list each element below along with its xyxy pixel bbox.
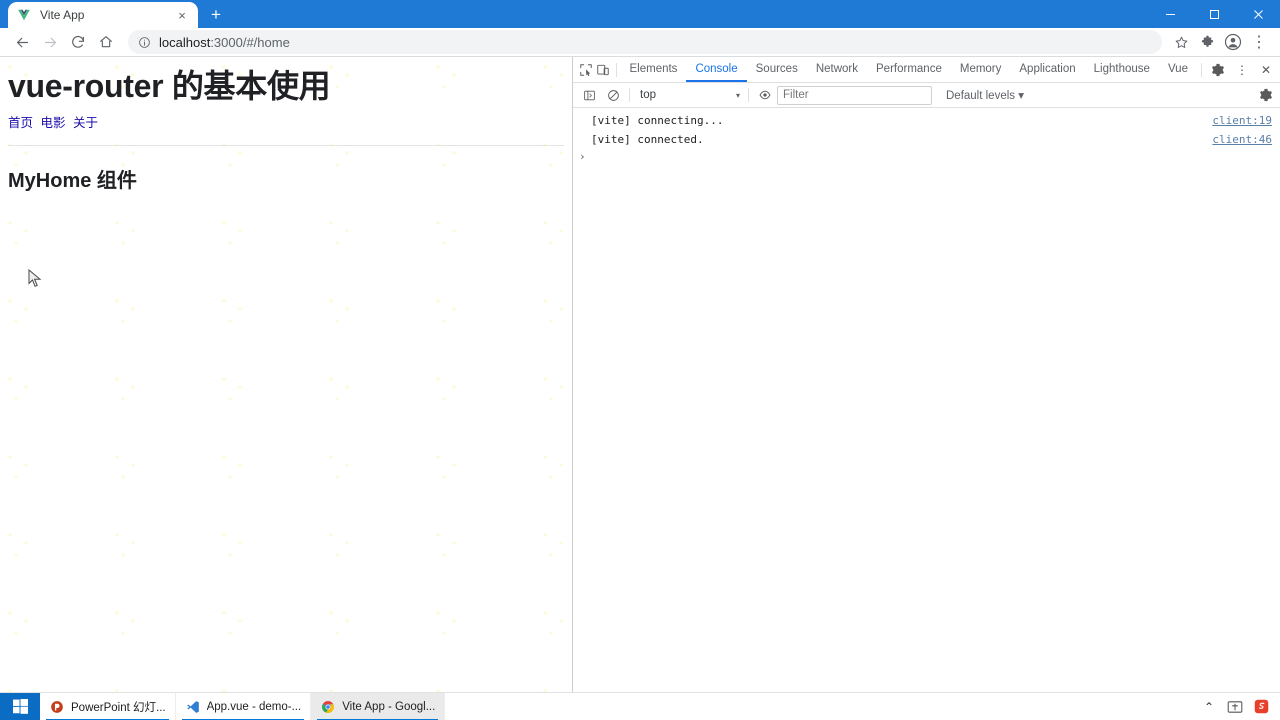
taskbar-item-powerpoint[interactable]: PowerPoint 幻灯... [40,692,176,720]
devtools-tabbar-actions: ⋮ ✕ [1197,58,1280,82]
tab-network[interactable]: Network [807,57,867,82]
back-icon[interactable] [8,28,36,56]
home-icon[interactable] [92,28,120,56]
devtools-close-icon[interactable]: ✕ [1254,58,1278,82]
clear-console-icon[interactable] [601,83,625,107]
component-title: MyHome 组件 [8,170,137,193]
tab-application[interactable]: Application [1010,57,1084,82]
chrome-icon [320,699,336,715]
toolbar-separator-right [1201,62,1202,77]
url-host: localhost [159,34,211,50]
minimize-icon[interactable] [1148,0,1192,28]
forward-icon[interactable] [36,28,64,56]
sogou-icon[interactable] [1248,693,1274,720]
gear-icon[interactable] [1206,58,1230,82]
address-bar[interactable]: localhost:3000/#/home [128,30,1162,54]
console-log-row: [vite] connected. client:46 [573,130,1280,149]
chevron-down-icon: ▾ [735,90,740,100]
system-tray: ⌃ [1196,693,1280,720]
close-icon[interactable]: × [174,7,190,23]
tab-performance[interactable]: Performance [867,57,951,82]
extensions-puzzle-icon[interactable] [1194,29,1220,55]
browser-window: Vite App × + localhost:3000/#/home ⋮ vu… [0,0,1280,692]
console-prompt-caret: › [579,150,586,163]
browser-toolbar: localhost:3000/#/home ⋮ [0,28,1280,57]
taskbar-item-label: Vite App - Googl... [342,700,436,713]
nav-link-about[interactable]: 关于 [73,116,98,130]
windows-taskbar: PowerPoint 幻灯... App.vue - demo-... Vite… [0,692,1280,720]
browser-content: vue-router 的基本使用 首页 电影 关于 MyHome 组件 Elem… [0,57,1280,692]
device-toolbar-icon[interactable] [594,58,611,82]
console-settings-area [1254,83,1280,107]
vue-logo-icon [16,7,32,23]
tab-vue[interactable]: Vue [1159,57,1197,82]
console-sidebar-icon[interactable] [577,83,601,107]
tab-sources[interactable]: Sources [747,57,807,82]
nav-link-home[interactable]: 首页 [8,116,33,130]
console-log-source[interactable]: client:19 [1212,112,1272,129]
taskbar-item-label: PowerPoint 幻灯... [71,701,166,714]
nav-link-movie[interactable]: 电影 [41,116,66,130]
page-title: vue-router 的基本使用 [8,68,331,104]
console-log-message: [vite] connected. [591,133,704,146]
tab-lighthouse[interactable]: Lighthouse [1085,57,1159,82]
reload-icon[interactable] [64,28,92,56]
taskbar-item-label: App.vue - demo-... [206,700,302,713]
ime-icon[interactable] [1222,693,1248,720]
console-toolbar: top ▾ Default levels ▾ [573,83,1280,108]
console-log-row: [vite] connecting... client:19 [573,111,1280,130]
maximize-icon[interactable] [1192,0,1236,28]
powerpoint-icon [49,699,65,715]
console-context-value: top [640,89,656,101]
devtools-more-icon[interactable]: ⋮ [1230,58,1254,82]
inspect-element-icon[interactable] [577,58,594,82]
console-toolbar-separator-2 [748,88,749,102]
bookmark-star-icon[interactable] [1168,29,1194,55]
live-expression-eye-icon[interactable] [753,83,777,107]
console-context-dropdown[interactable]: top ▾ [634,86,744,105]
url-path: :3000/#/home [210,34,290,50]
browser-titlebar: Vite App × + [0,0,1280,28]
console-log-message: [vite] connecting... [591,114,724,127]
devtools-tabbar: Elements Console Sources Network Perform… [573,57,1280,83]
chevron-up-icon[interactable]: ⌃ [1196,693,1222,720]
new-tab-button[interactable]: + [202,1,230,27]
browser-tab-title: Vite App [40,8,85,22]
console-output[interactable]: [vite] connecting... client:19 [vite] co… [573,108,1280,692]
close-window-icon[interactable] [1236,0,1280,28]
chevron-down-icon-levels: ▾ [1018,90,1025,102]
tab-elements[interactable]: Elements [621,57,687,82]
devtools-panel: Elements Console Sources Network Perform… [573,57,1280,692]
console-levels-value: Default levels [946,90,1016,102]
profile-avatar-icon[interactable] [1220,29,1246,55]
page-body: vue-router 的基本使用 首页 电影 关于 MyHome 组件 [0,57,572,193]
site-info-icon[interactable] [138,36,151,49]
console-prompt[interactable]: › [573,149,1280,164]
tab-console[interactable]: Console [686,57,746,82]
console-toolbar-separator [629,88,630,102]
router-nav-links: 首页 电影 关于 [8,112,564,131]
toolbar-separator [615,62,617,77]
tab-memory[interactable]: Memory [951,57,1011,82]
taskbar-item-chrome[interactable]: Vite App - Googl... [311,692,446,720]
console-levels-dropdown[interactable]: Default levels ▾ [946,88,1024,102]
section-divider [8,145,564,147]
console-log-source[interactable]: client:46 [1212,131,1272,148]
console-filter-input[interactable] [777,85,932,105]
page-viewport: vue-router 的基本使用 首页 电影 关于 MyHome 组件 [0,57,573,692]
mouse-cursor-icon [28,268,42,294]
taskbar-item-vscode[interactable]: App.vue - demo-... [176,692,312,720]
window-controls [1148,0,1280,28]
vscode-icon [185,699,201,715]
start-button[interactable] [0,692,40,720]
browser-menu-icon[interactable]: ⋮ [1246,29,1272,55]
console-settings-gear-icon[interactable] [1254,83,1278,107]
browser-tab[interactable]: Vite App × [8,2,198,28]
